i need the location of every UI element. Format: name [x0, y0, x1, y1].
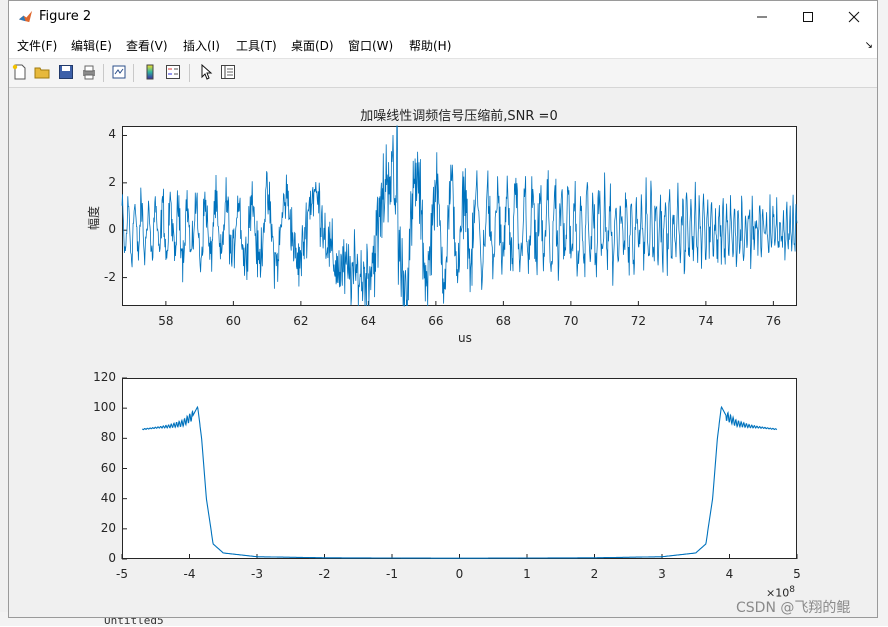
bottom-xtick-label: -1	[386, 567, 398, 581]
bottom-xtick-label: -5	[116, 567, 128, 581]
watermark: CSDN @飞翔的鲲	[736, 600, 851, 616]
bottom-ytick-label: 20	[100, 520, 116, 535]
bottom-xtick-label: -2	[318, 567, 331, 581]
bottom-spectrum-line	[141, 405, 778, 559]
top-signal-line	[121, 125, 798, 307]
bottom-xtick-label: 5	[793, 567, 801, 581]
top-xtick-label: 72	[630, 314, 647, 328]
top-xtick-label: 60	[225, 314, 242, 328]
top-xtick-label: 62	[293, 314, 309, 328]
top-ytick-label: 0	[108, 222, 116, 237]
bottom-xtick-label: 0	[455, 567, 464, 581]
bottom-ytick-label: 40	[100, 490, 116, 505]
bottom-xtick-label: -4	[183, 567, 196, 581]
top-xtick-label: 68	[495, 314, 512, 328]
bottom-xtick-label: -3	[251, 567, 263, 581]
top-xtick-label: 74	[698, 314, 714, 328]
bottom-ytick-label: 80	[100, 430, 116, 445]
bottom-xtick-label: 4	[725, 567, 734, 581]
top-xtick-label: 76	[765, 314, 782, 328]
top-xtick-label: 64	[360, 314, 377, 328]
bottom-xtick-label: 1	[523, 567, 531, 581]
top-ytick-label: 2	[108, 174, 116, 189]
bottom-ytick-label: 100	[93, 400, 116, 415]
top-ytick-label: 4	[108, 127, 116, 142]
bottom-ytick-label: 0	[108, 551, 116, 565]
bottom-xtick-label: 2	[590, 567, 599, 581]
top-xtick-label: 66	[428, 314, 444, 328]
top-ytick-label: -2	[104, 269, 116, 284]
top-xtick-label: 58	[158, 314, 174, 328]
top-xtick-label: 70	[563, 314, 579, 328]
bottom-ytick-label: 60	[100, 460, 116, 475]
bottom-xtick-label: 3	[658, 567, 666, 581]
bottom-ytick-label: 120	[93, 370, 116, 384]
plot-canvas	[121, 125, 798, 560]
